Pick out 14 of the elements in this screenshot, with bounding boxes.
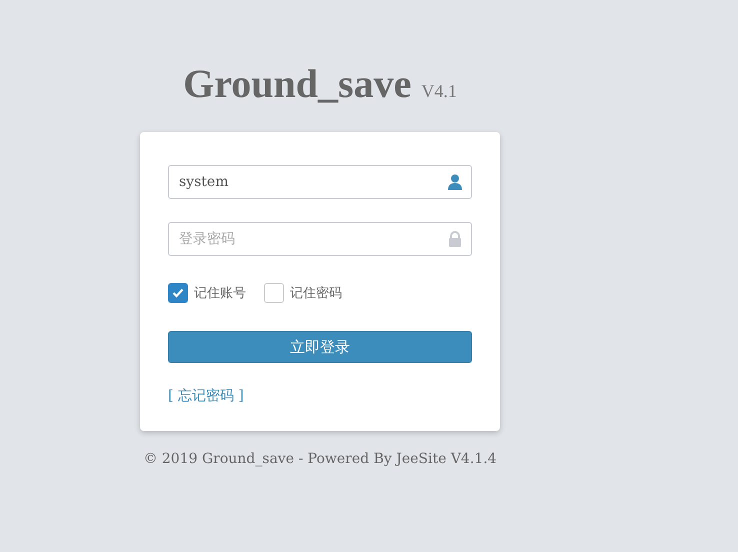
checkbox[interactable] xyxy=(168,283,188,303)
password-field[interactable]: 登录密码 xyxy=(168,222,472,256)
version-label: V4.1 xyxy=(421,81,457,102)
checkbox-label: 记住密码 xyxy=(290,285,342,302)
login-button[interactable]: 立即登录 xyxy=(168,331,472,363)
checkbox-label: 记住账号 xyxy=(194,285,246,302)
forgot-password-link[interactable]: [ 忘记密码 ] xyxy=(168,387,244,405)
check-icon xyxy=(172,288,184,298)
checkbox[interactable] xyxy=(264,283,284,303)
app-title: Ground_save xyxy=(183,60,412,107)
user-icon xyxy=(448,174,462,190)
username-field[interactable]: system xyxy=(168,165,472,199)
footer-text: © 2019 Ground_save - Powered By JeeSite V4.1.4 xyxy=(143,451,497,467)
lock-icon xyxy=(448,231,462,247)
